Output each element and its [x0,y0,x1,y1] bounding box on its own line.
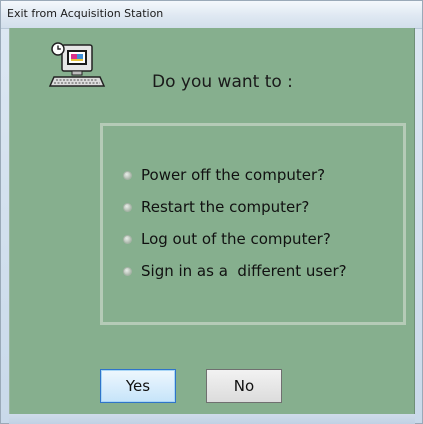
option-sign-in-different-user[interactable]: Sign in as a different user? [123,260,347,282]
option-label: Sign in as a different user? [141,262,347,280]
window-title: Exit from Acquisition Station [7,7,164,20]
radio-button[interactable] [123,266,132,276]
option-label: Log out of the computer? [141,230,331,248]
options-group: Power off the computer? Restart the comp… [100,123,406,325]
radio-button[interactable] [123,234,132,244]
dialog-window: Exit from Acquisition Station Do you wan… [0,0,423,424]
window-frame-bottom [9,414,415,424]
option-label: Restart the computer? [141,198,310,216]
option-label: Power off the computer? [141,166,326,184]
radio-button[interactable] [123,170,132,180]
yes-button[interactable]: Yes [100,369,176,403]
title-bar[interactable]: Exit from Acquisition Station [1,1,422,29]
option-power-off[interactable]: Power off the computer? [123,164,325,186]
option-log-out[interactable]: Log out of the computer? [123,228,331,250]
dialog-body: Do you want to : Power off the computer?… [9,28,415,414]
question-text: Do you want to : [152,72,293,92]
no-button[interactable]: No [206,369,282,403]
radio-button[interactable] [123,202,132,212]
computer-icon [48,42,106,87]
option-restart[interactable]: Restart the computer? [123,196,309,218]
